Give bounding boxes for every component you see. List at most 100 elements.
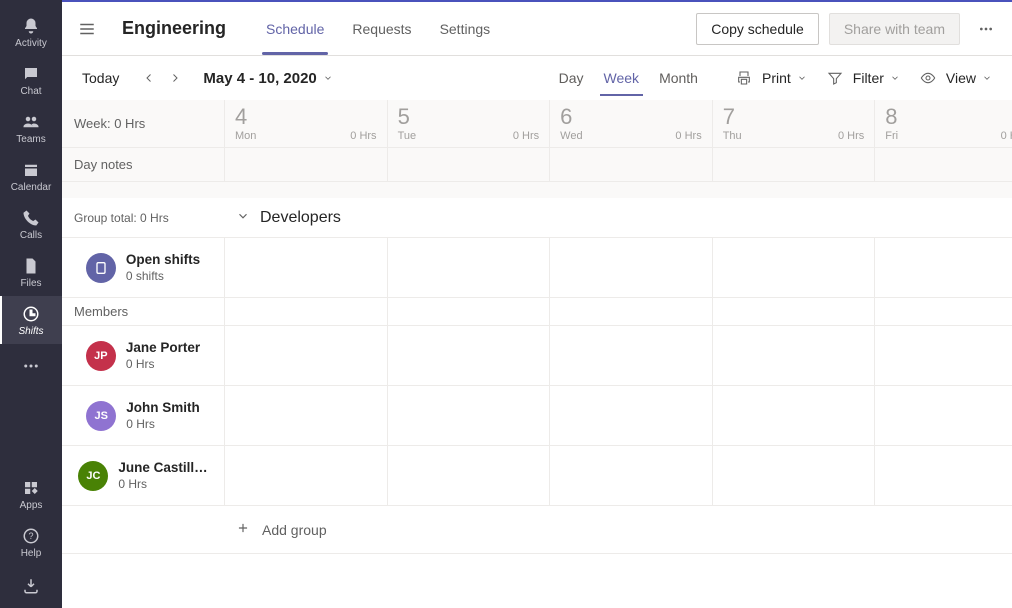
phone-icon: [21, 208, 41, 228]
day-header: 5Tue0 Hrs: [387, 100, 550, 147]
grid-cell[interactable]: [224, 386, 387, 445]
tab-schedule[interactable]: Schedule: [252, 2, 338, 55]
svg-text:?: ?: [28, 531, 33, 541]
today-button[interactable]: Today: [74, 66, 127, 90]
grid-cell[interactable]: [387, 446, 550, 505]
chevron-down-icon: [890, 70, 900, 86]
rail-shifts[interactable]: Shifts: [0, 296, 62, 344]
calendar-icon: [21, 160, 41, 180]
copy-schedule-button[interactable]: Copy schedule: [696, 13, 819, 45]
grid-cell[interactable]: [549, 298, 712, 325]
app-rail: Activity Chat Teams Calendar Calls Files…: [0, 0, 62, 608]
rail-calendar[interactable]: Calendar: [0, 152, 62, 200]
tab-settings[interactable]: Settings: [426, 2, 505, 55]
grid-cell[interactable]: [549, 148, 712, 181]
grid-cell[interactable]: [549, 446, 712, 505]
rail-label: Teams: [16, 134, 45, 146]
rail-calls[interactable]: Calls: [0, 200, 62, 248]
teams-icon: [21, 112, 41, 132]
grid-cell[interactable]: [387, 326, 550, 385]
day-notes-row: Day notes: [62, 148, 1012, 182]
date-range[interactable]: May 4 - 10, 2020: [197, 70, 338, 87]
collapse-group-icon[interactable]: [236, 209, 250, 226]
week-summary: Week: 0 Hrs: [62, 100, 224, 147]
toolbar: Today May 4 - 10, 2020 Day Week Month Pr…: [62, 56, 1012, 100]
chevron-down-icon: [323, 70, 333, 87]
prev-week-button[interactable]: [137, 66, 161, 90]
grid-cell[interactable]: [224, 298, 387, 325]
avatar: JP: [86, 341, 116, 371]
view-week[interactable]: Week: [596, 66, 648, 90]
filter-icon: [827, 70, 843, 86]
member-hours: 0 Hrs: [118, 476, 207, 492]
grid-cell[interactable]: [549, 326, 712, 385]
more-icon: [21, 356, 41, 376]
day-header: 4Mon0 Hrs: [224, 100, 387, 147]
rail-apps[interactable]: Apps: [0, 470, 62, 518]
rail-label: Chat: [20, 86, 41, 98]
grid-cell[interactable]: [387, 386, 550, 445]
view-button[interactable]: View: [912, 66, 1000, 90]
view-month[interactable]: Month: [651, 66, 706, 90]
grid-cell[interactable]: [874, 326, 1012, 385]
grid-cell[interactable]: [549, 386, 712, 445]
grid-cell[interactable]: [387, 238, 550, 297]
schedule-grid[interactable]: Week: 0 Hrs 4Mon0 Hrs5Tue0 Hrs6Wed0 Hrs7…: [62, 100, 1012, 608]
grid-cell[interactable]: [712, 238, 875, 297]
view-day[interactable]: Day: [551, 66, 592, 90]
grid-cell[interactable]: [874, 298, 1012, 325]
add-group-button[interactable]: Add group: [224, 506, 1012, 553]
print-button[interactable]: Print: [728, 66, 815, 90]
plus-icon: [236, 521, 250, 538]
grid-cell[interactable]: [224, 238, 387, 297]
grid-cell[interactable]: [712, 326, 875, 385]
grid-cell[interactable]: [874, 446, 1012, 505]
grid-cell[interactable]: [712, 298, 875, 325]
grid-cell[interactable]: [224, 446, 387, 505]
filter-button[interactable]: Filter: [819, 66, 908, 90]
grid-cell[interactable]: [712, 446, 875, 505]
main: Engineering Schedule Requests Settings C…: [62, 0, 1012, 608]
eye-icon: [920, 70, 936, 86]
grid-cell[interactable]: [224, 148, 387, 181]
download-icon: [21, 576, 41, 596]
group-header: Group total: 0 Hrs Developers: [62, 198, 1012, 238]
members-header: Members: [62, 298, 1012, 326]
days-header-row: Week: 0 Hrs 4Mon0 Hrs5Tue0 Hrs6Wed0 Hrs7…: [62, 100, 1012, 148]
members-label: Members: [62, 298, 224, 325]
tab-requests[interactable]: Requests: [338, 2, 425, 55]
view-mode-set: Day Week Month: [551, 66, 706, 90]
rail-more[interactable]: [21, 344, 41, 390]
member-hours: 0 Hrs: [126, 416, 200, 432]
rail-activity[interactable]: Activity: [0, 8, 62, 56]
member-name: Jane Porter: [126, 340, 200, 356]
rail-download[interactable]: [0, 566, 62, 608]
grid-cell[interactable]: [387, 298, 550, 325]
grid-cell[interactable]: [874, 386, 1012, 445]
grid-cell[interactable]: [387, 148, 550, 181]
rail-label: Calendar: [11, 182, 52, 194]
grid-cell[interactable]: [549, 238, 712, 297]
shifts-icon: [21, 304, 41, 324]
grid-cell[interactable]: [874, 238, 1012, 297]
hamburger-icon[interactable]: [72, 20, 102, 38]
rail-help[interactable]: ? Help: [0, 518, 62, 566]
rail-label: Help: [21, 548, 42, 560]
header-more-icon[interactable]: [970, 13, 1002, 45]
rail-files[interactable]: Files: [0, 248, 62, 296]
grid-cell[interactable]: [712, 148, 875, 181]
add-group-row: Add group: [62, 506, 1012, 554]
grid-cell[interactable]: [874, 148, 1012, 181]
chat-icon: [21, 64, 41, 84]
file-icon: [21, 256, 41, 276]
rail-chat[interactable]: Chat: [0, 56, 62, 104]
next-week-button[interactable]: [163, 66, 187, 90]
member-row: JPJane Porter0 Hrs: [62, 326, 1012, 386]
rail-label: Activity: [15, 38, 47, 50]
rail-teams[interactable]: Teams: [0, 104, 62, 152]
grid-cell[interactable]: [224, 326, 387, 385]
rail-label: Calls: [20, 230, 42, 242]
apps-icon: [21, 478, 41, 498]
grid-cell[interactable]: [712, 386, 875, 445]
rail-label: Shifts: [18, 326, 43, 338]
